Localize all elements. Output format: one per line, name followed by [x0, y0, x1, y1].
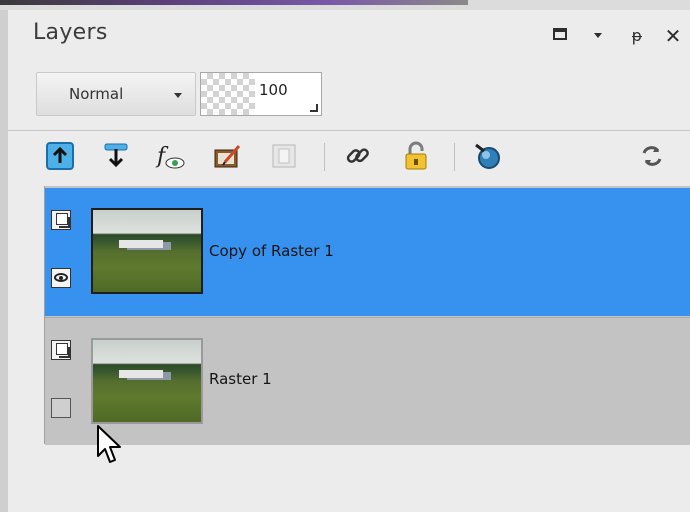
- new-raster-layer-icon[interactable]: [44, 139, 76, 173]
- chevron-down-icon: [174, 93, 182, 98]
- layer-styles-icon[interactable]: [472, 139, 504, 173]
- refresh-icon[interactable]: [636, 139, 668, 173]
- layers-toolbar: f: [8, 131, 690, 185]
- mouse-cursor-icon: [97, 425, 121, 463]
- link-layers-icon[interactable]: [342, 139, 374, 173]
- toolbar-separator: [454, 143, 455, 171]
- opacity-value: 100: [259, 81, 288, 99]
- visibility-toggle-icon[interactable]: [51, 398, 71, 418]
- maximize-icon[interactable]: [550, 24, 572, 48]
- layer-group-icon[interactable]: [51, 340, 71, 360]
- layer-row-copy-of-raster-1[interactable]: Copy of Raster 1: [45, 188, 690, 316]
- layer-list: Copy of Raster 1 Raster 1: [44, 186, 690, 445]
- window-accent-bar: [0, 0, 468, 5]
- toolbar-separator: [324, 143, 325, 171]
- promote-layer-icon[interactable]: [268, 139, 300, 173]
- layer-thumbnail: [91, 338, 203, 424]
- layer-name: Raster 1: [209, 370, 272, 388]
- opacity-field[interactable]: 100: [200, 72, 322, 116]
- new-mask-layer-icon[interactable]: [212, 139, 244, 173]
- layer-group-icon[interactable]: [51, 210, 71, 230]
- new-adjustment-layer-icon[interactable]: f: [154, 139, 186, 173]
- resize-grip-icon[interactable]: [310, 104, 318, 112]
- blend-mode-value: Normal: [69, 85, 124, 103]
- transparency-checker: [201, 73, 255, 115]
- layer-name: Copy of Raster 1: [209, 242, 334, 260]
- window-top-strip: [0, 0, 690, 10]
- dropdown-icon[interactable]: [590, 24, 606, 48]
- panel-title: Layers: [33, 20, 108, 45]
- new-vector-layer-icon[interactable]: [100, 139, 132, 173]
- layer-thumbnail: [91, 208, 203, 294]
- close-icon[interactable]: ✕: [664, 24, 682, 48]
- lock-transparency-icon[interactable]: [400, 139, 432, 173]
- blend-mode-dropdown[interactable]: Normal: [36, 72, 196, 116]
- layer-row-raster-1[interactable]: Raster 1: [45, 317, 690, 445]
- pin-icon[interactable]: ᵽ: [628, 24, 646, 48]
- visibility-eye-icon[interactable]: [51, 268, 71, 288]
